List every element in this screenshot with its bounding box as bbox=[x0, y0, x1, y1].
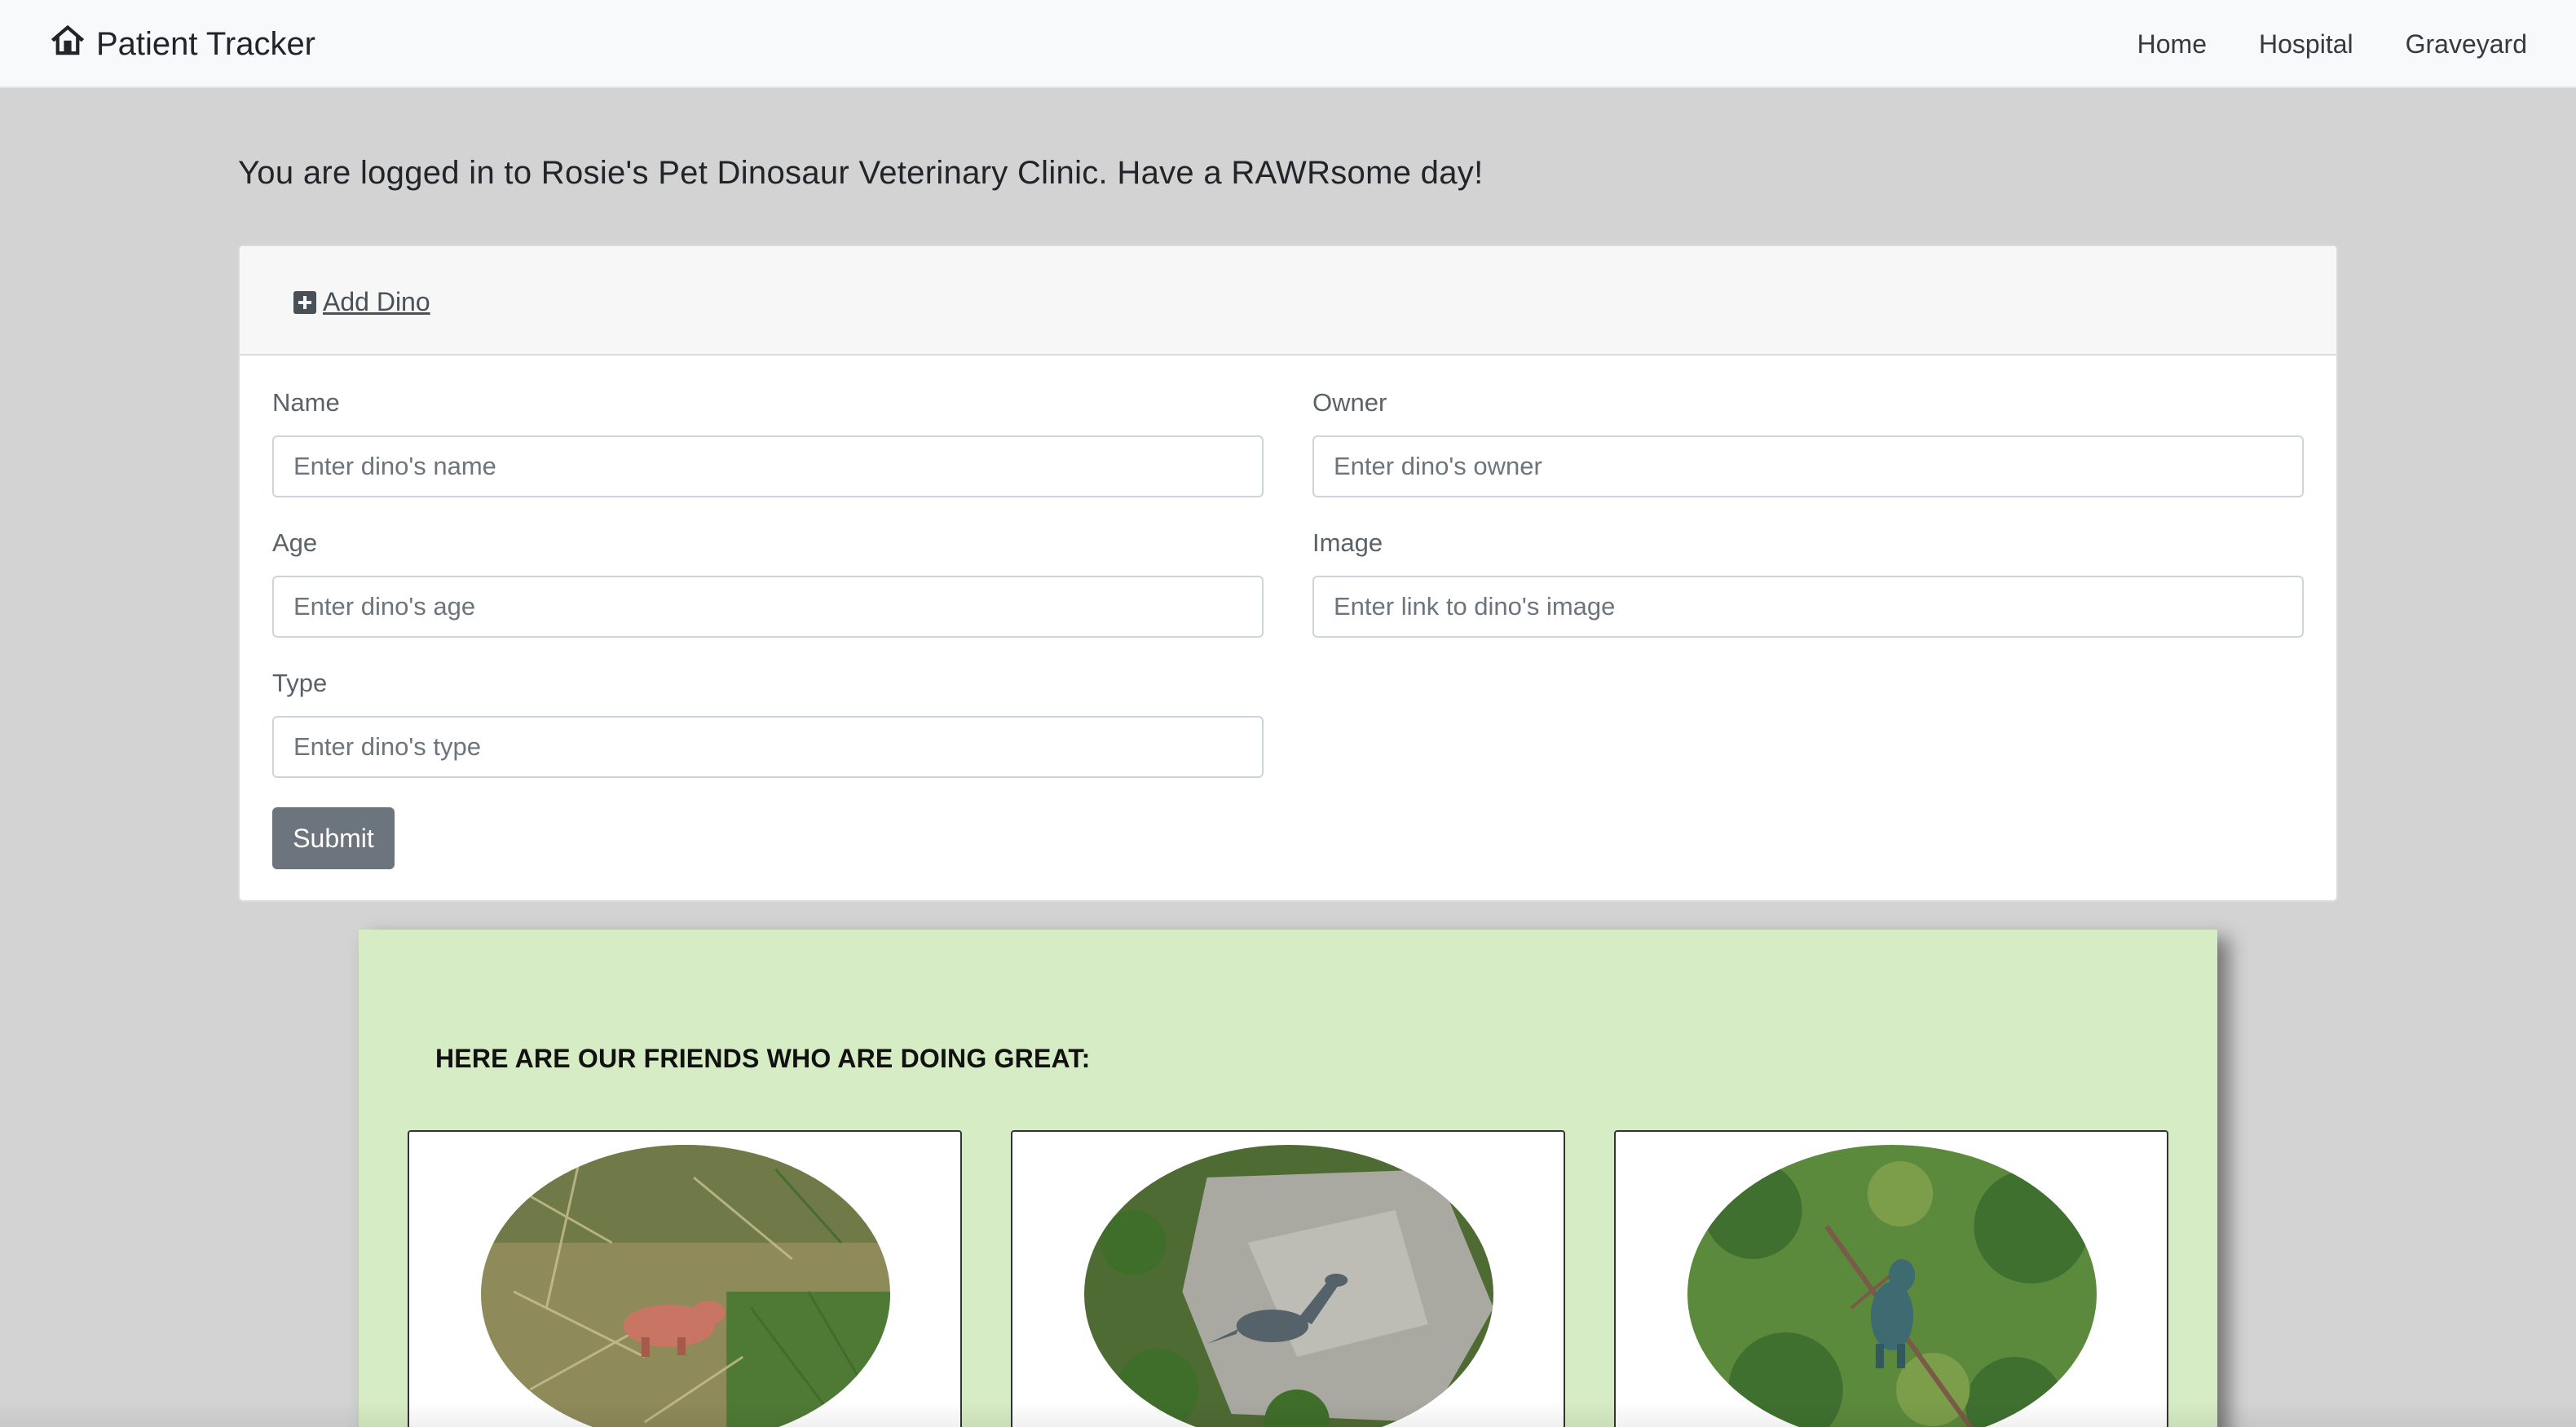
welcome-message: You are logged in to Rosie's Pet Dinosau… bbox=[238, 155, 1484, 191]
red-dino-in-grass-photo bbox=[481, 1145, 890, 1427]
add-dino-label: Add Dino bbox=[323, 287, 430, 316]
card-header: Add Dino bbox=[240, 246, 2336, 356]
friends-heading: HERE ARE OUR FRIENDS WHO ARE DOING GREAT… bbox=[435, 1044, 1091, 1073]
bottom-shadow bbox=[0, 1401, 2576, 1427]
brand-title: Patient Tracker bbox=[96, 25, 316, 62]
submit-button[interactable]: Submit bbox=[272, 807, 395, 869]
dino-card[interactable] bbox=[408, 1130, 962, 1427]
owner-input[interactable] bbox=[1312, 435, 2304, 497]
owner-label: Owner bbox=[1312, 388, 1387, 417]
nav-links: Home Hospital Graveyard bbox=[2137, 20, 2527, 68]
name-label: Name bbox=[272, 388, 340, 417]
plus-square-icon bbox=[293, 290, 316, 314]
image-label: Image bbox=[1312, 528, 1383, 557]
nav-home[interactable]: Home bbox=[2137, 29, 2207, 60]
dino-card[interactable] bbox=[1011, 1130, 1565, 1427]
navbar: Patient Tracker Home Hospital Graveyard bbox=[0, 0, 2576, 88]
nav-hospital[interactable]: Hospital bbox=[2259, 29, 2353, 60]
name-input[interactable] bbox=[272, 435, 1264, 497]
home-icon bbox=[49, 21, 86, 67]
type-label: Type bbox=[272, 669, 328, 697]
add-dino-card: Add Dino Name Owner Age Image Type Submi… bbox=[238, 245, 2338, 902]
age-input[interactable] bbox=[272, 576, 1264, 638]
age-label: Age bbox=[272, 528, 318, 557]
friends-section: HERE ARE OUR FRIENDS WHO ARE DOING GREAT… bbox=[359, 930, 2217, 1427]
brand[interactable]: Patient Tracker bbox=[49, 20, 315, 68]
image-input[interactable] bbox=[1312, 576, 2304, 638]
type-input[interactable] bbox=[272, 716, 1264, 778]
gray-dino-on-rock-photo bbox=[1084, 1145, 1493, 1427]
add-dino-toggle[interactable]: Add Dino bbox=[293, 287, 430, 317]
teal-dino-in-grass-photo bbox=[1687, 1145, 2097, 1427]
nav-graveyard[interactable]: Graveyard bbox=[2406, 29, 2527, 60]
dino-card[interactable] bbox=[1614, 1130, 2168, 1427]
